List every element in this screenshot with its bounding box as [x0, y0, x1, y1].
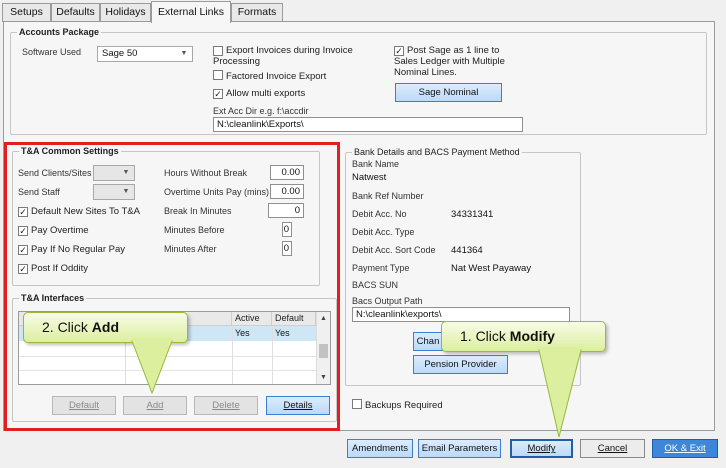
debit-acc-no-value: 34331341: [451, 209, 494, 220]
check-icon: ✓: [213, 89, 223, 99]
bacs-path-input[interactable]: N:\cleanlink\exports\: [352, 307, 570, 322]
tab-holidays[interactable]: Holidays: [100, 3, 151, 22]
tab-formats[interactable]: Formats: [231, 3, 283, 22]
checkbox-box: [352, 399, 362, 409]
bacs-path-label: Bacs Output Path: [352, 296, 423, 306]
callout-modify-pointer: [538, 347, 582, 438]
check-icon: ✓: [394, 46, 404, 56]
cancel-button[interactable]: Cancel: [580, 439, 645, 458]
pension-provider-button[interactable]: Pension Provider: [413, 355, 508, 374]
software-used-select[interactable]: Sage 50 ▼: [97, 46, 193, 62]
sort-code-value: 441364: [451, 245, 483, 256]
ext-acc-dir-label: Ext Acc Dir e.g. f:\accdir: [213, 106, 309, 116]
modify-button[interactable]: Modify: [510, 439, 573, 458]
export-invoices-label: Export Invoices during Invoice Processin…: [213, 45, 353, 67]
tab-defaults[interactable]: Defaults: [51, 3, 100, 22]
bank-name-label: Bank Name: [352, 159, 400, 169]
amendments-button[interactable]: Amendments: [347, 439, 413, 458]
chevron-down-icon: ▼: [180, 50, 188, 57]
backups-required-checkbox[interactable]: Backups Required: [352, 399, 443, 411]
software-used-value: Sage 50: [102, 48, 138, 59]
callout-modify-prefix: 1. Click: [460, 328, 510, 344]
export-invoices-checkbox[interactable]: Export Invoices during Invoice Processin…: [213, 45, 363, 67]
change-button[interactable]: Chan: [413, 332, 443, 351]
cancel-button-label: Cancel: [597, 443, 628, 454]
backups-required-label: Backups Required: [365, 400, 443, 411]
software-used-label: Software Used: [22, 47, 82, 57]
debit-acc-type-label: Debit Acc. Type: [352, 227, 415, 237]
modify-button-label: Modify: [527, 443, 556, 454]
ok-exit-button[interactable]: OK & Exit: [652, 439, 718, 458]
payment-type-label: Payment Type: [352, 263, 410, 273]
tab-setups[interactable]: Setups: [2, 3, 51, 22]
factored-export-checkbox[interactable]: Factored Invoice Export: [213, 70, 326, 82]
bank-name-value: Natwest: [352, 172, 387, 183]
callout-add-pointer: [131, 338, 173, 395]
payment-type-value: Nat West Payaway: [451, 263, 532, 274]
bank-details-title: Bank Details and BACS Payment Method: [352, 147, 522, 157]
bank-ref-label: Bank Ref Number: [352, 191, 424, 201]
factored-export-label: Factored Invoice Export: [226, 71, 327, 82]
email-parameters-button[interactable]: Email Parameters: [418, 439, 501, 458]
callout-modify-bold: Modify: [509, 328, 555, 344]
post-sage-checkbox[interactable]: ✓ Post Sage as 1 line to Sales Ledger wi…: [394, 45, 524, 78]
allow-multi-exports-checkbox[interactable]: ✓ Allow multi exports: [213, 88, 305, 99]
callout-add-bold: Add: [91, 319, 120, 335]
debit-acc-no-label: Debit Acc. No: [352, 209, 407, 219]
accounts-package-title: Accounts Package: [17, 27, 102, 37]
bacs-sun-label: BACS SUN: [352, 280, 399, 290]
sage-nominal-button[interactable]: Sage Nominal: [395, 83, 502, 102]
checkbox-box: [213, 46, 223, 56]
tab-external-links[interactable]: External Links: [151, 1, 231, 23]
ext-acc-dir-input[interactable]: N:\cleanlink\Exports\: [213, 117, 523, 132]
allow-multi-label: Allow multi exports: [226, 88, 306, 99]
callout-add-prefix: 2. Click: [42, 319, 92, 335]
checkbox-box: [213, 70, 223, 80]
ok-exit-button-label: OK & Exit: [664, 443, 706, 454]
sort-code-label: Debit Acc. Sort Code: [352, 245, 436, 255]
post-sage-label: Post Sage as 1 line to Sales Ledger with…: [394, 45, 505, 78]
